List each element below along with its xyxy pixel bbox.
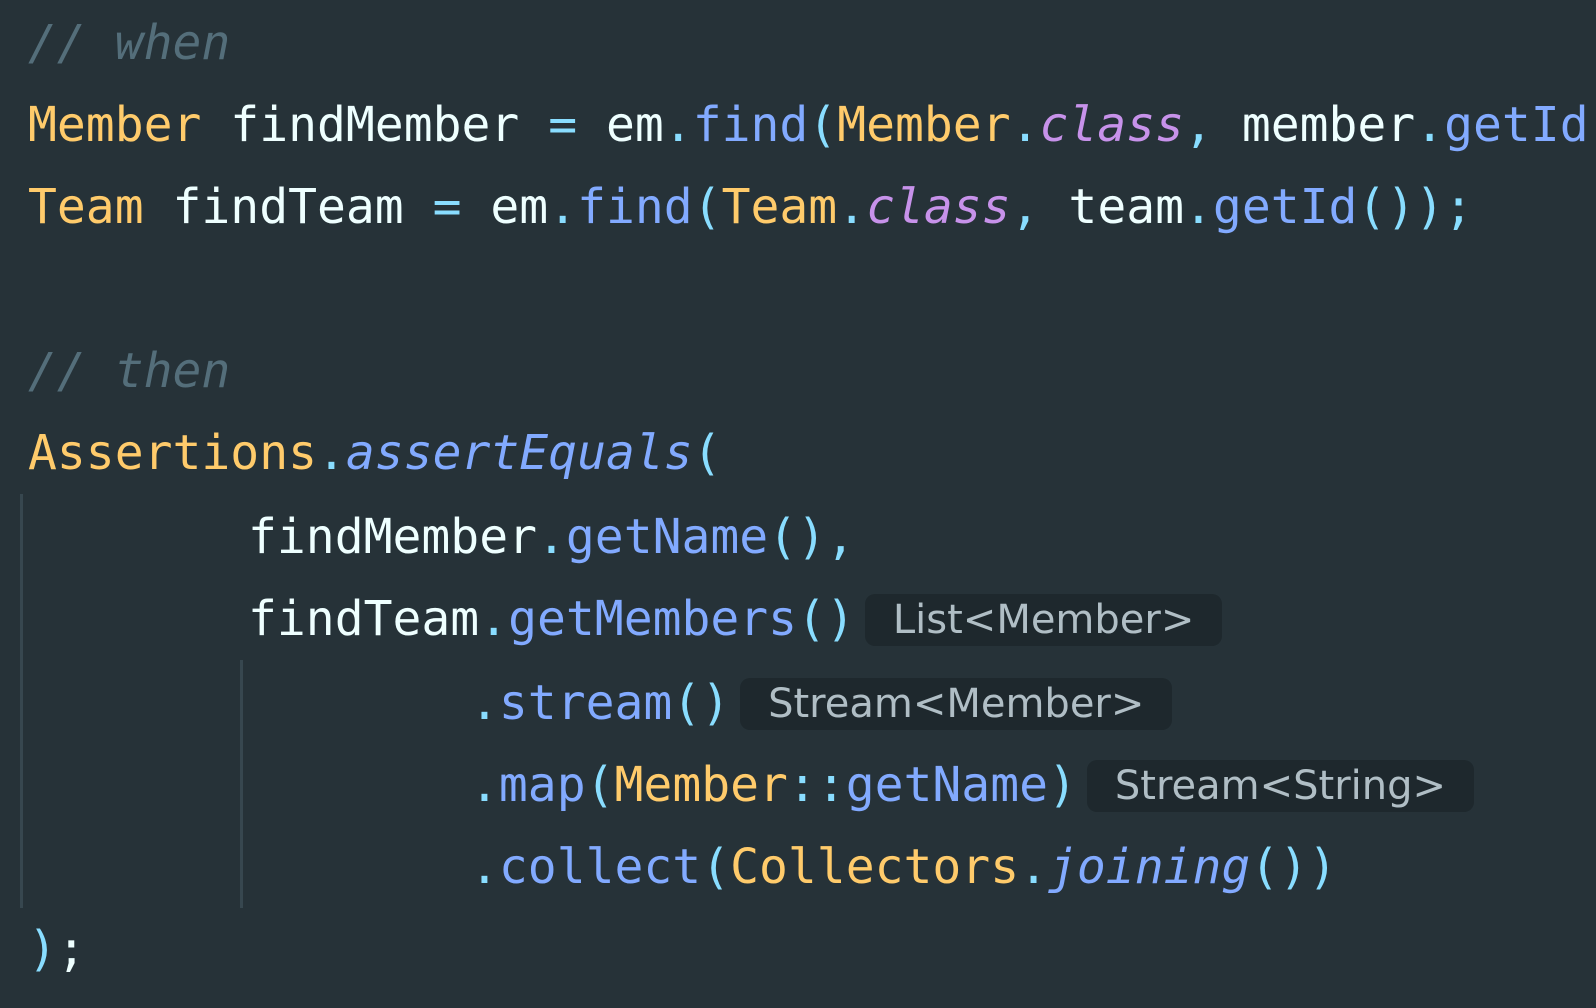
method-collect: collect [498,839,702,895]
type-team: Team [28,179,144,235]
code-line-close[interactable]: ); [28,916,86,982]
dot: . [470,839,499,895]
type-member: Member [28,97,202,153]
open-paren: ( [701,839,731,895]
dot: . [479,591,509,647]
comment-then: // then [28,343,231,399]
variable-findTeam: findTeam [248,591,480,647]
open-paren: ( [692,179,722,235]
variable-team: team [1068,179,1185,235]
comma: , [1184,97,1213,153]
dot: . [1019,839,1048,895]
type-hint-stream-string: Stream<String> [1086,760,1475,812]
method-joining: joining [1048,839,1251,895]
open-paren: ( [585,757,615,813]
dot: . [470,757,499,813]
semicolon: ; [56,921,86,977]
method-getName: getName [845,757,1048,813]
method-map: map [498,757,586,813]
assign-operator: = [432,179,462,235]
dot: . [536,509,566,565]
variable-member: member [1241,97,1416,153]
class-member: Member [614,757,788,813]
variable-findTeam: findTeam [172,179,404,235]
code-line-map[interactable]: .map(Member::getName) Stream<String> [470,752,1475,818]
dot: . [1184,179,1213,235]
dot: . [1010,97,1040,153]
method-getId: getId [1444,97,1589,153]
close-parens: ()); [1357,179,1474,235]
code-line-get-name[interactable]: findMember.getName(), [248,504,855,570]
variable-findMember: findMember [248,509,537,565]
class-team: Team [721,179,838,235]
dot: . [837,179,867,235]
keyword-class: class [1039,97,1185,153]
code-line-find-member[interactable]: Member findMember = em.find(Member.class… [28,92,1596,158]
dot: . [663,97,693,153]
code-line-stream[interactable]: .stream() Stream<Member> [470,670,1173,736]
dot: . [316,425,346,481]
comment-when: // when [28,15,231,71]
parens: () [797,591,855,647]
open-paren: ( [692,425,722,481]
code-line-get-members[interactable]: findTeam.getMembers() List<Member> [248,586,1223,652]
dot: . [1415,97,1445,153]
method-find: find [577,179,693,235]
variable-findMember: findMember [230,97,520,153]
code-line-collect[interactable]: .collect(Collectors.joining()) [470,834,1337,900]
type-hint-stream-member: Stream<Member> [740,678,1173,730]
close-paren: ) [28,921,57,977]
assign-operator: = [548,97,578,153]
method-getName: getName [565,509,769,565]
method-getMembers: getMembers [508,591,798,647]
code-line-assert-equals[interactable]: Assertions.assertEquals( [28,420,722,486]
close-paren: ) [1048,757,1077,813]
dot: . [548,179,578,235]
method-assertEquals: assertEquals [345,425,693,481]
class-assertions: Assertions [28,425,317,481]
indent-guide-inner [240,660,243,908]
comma: , [1010,179,1040,235]
variable-em: em [606,97,664,153]
method-getId: getId [1212,179,1358,235]
close-parens: ()); [1589,97,1596,153]
open-paren: ( [808,97,838,153]
code-line-comment-when[interactable]: // when [28,10,230,76]
close-parens: ()) [1250,839,1337,895]
variable-em: em [490,179,549,235]
method-reference-operator: :: [787,757,846,813]
parens: () [672,675,731,731]
method-find: find [692,97,809,153]
code-editor[interactable]: // when Member findMember = em.find(Memb… [0,0,1596,1008]
method-stream: stream [498,675,673,731]
comma: , [825,509,855,565]
dot: . [470,675,499,731]
type-hint-list-member: List<Member> [864,594,1223,646]
parens: () [768,509,826,565]
indent-guide-outer [20,494,23,908]
class-member: Member [837,97,1011,153]
code-line-find-team[interactable]: Team findTeam = em.find(Team.class, team… [28,174,1473,240]
keyword-class: class [866,179,1011,235]
class-collectors: Collectors [730,839,1020,895]
code-line-comment-then[interactable]: // then [28,338,230,404]
